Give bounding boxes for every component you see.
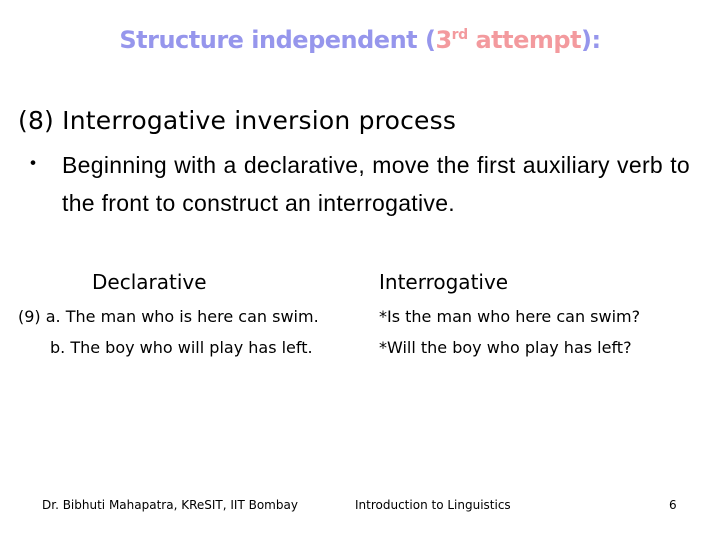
footer-author: Dr. Bibhuti Mahapatra, KReSIT, IIT Bomba…: [42, 498, 298, 512]
footer-course: Introduction to Linguistics: [355, 498, 511, 512]
title-attempt-word: attempt: [467, 26, 582, 54]
example-row-b-interrogative: *Will the boy who play has left?: [379, 338, 632, 357]
bullet-text: Beginning with a declarative, move the f…: [62, 152, 690, 216]
title-part-3: ):: [581, 26, 601, 54]
column-header-interrogative: Interrogative: [379, 270, 509, 294]
footer-page-number: 6: [669, 498, 677, 512]
title-ordinal: 3: [435, 26, 452, 54]
slide-title: Structure independent (3rd attempt):: [0, 26, 720, 54]
title-attempt: 3rd attempt: [435, 26, 581, 54]
column-header-declarative: Declarative: [92, 270, 207, 294]
bullet-marker: ・: [22, 151, 45, 176]
example-row-a-declarative: (9) a. The man who is here can swim.: [18, 307, 319, 326]
example-row-b-declarative: b. The boy who will play has left.: [50, 338, 313, 357]
section-heading: (8) Interrogative inversion process: [18, 106, 457, 135]
example-row-a-interrogative: *Is the man who here can swim?: [379, 307, 641, 326]
title-ordinal-suffix: rd: [451, 27, 468, 43]
title-part-1: Structure independent (: [119, 26, 436, 54]
